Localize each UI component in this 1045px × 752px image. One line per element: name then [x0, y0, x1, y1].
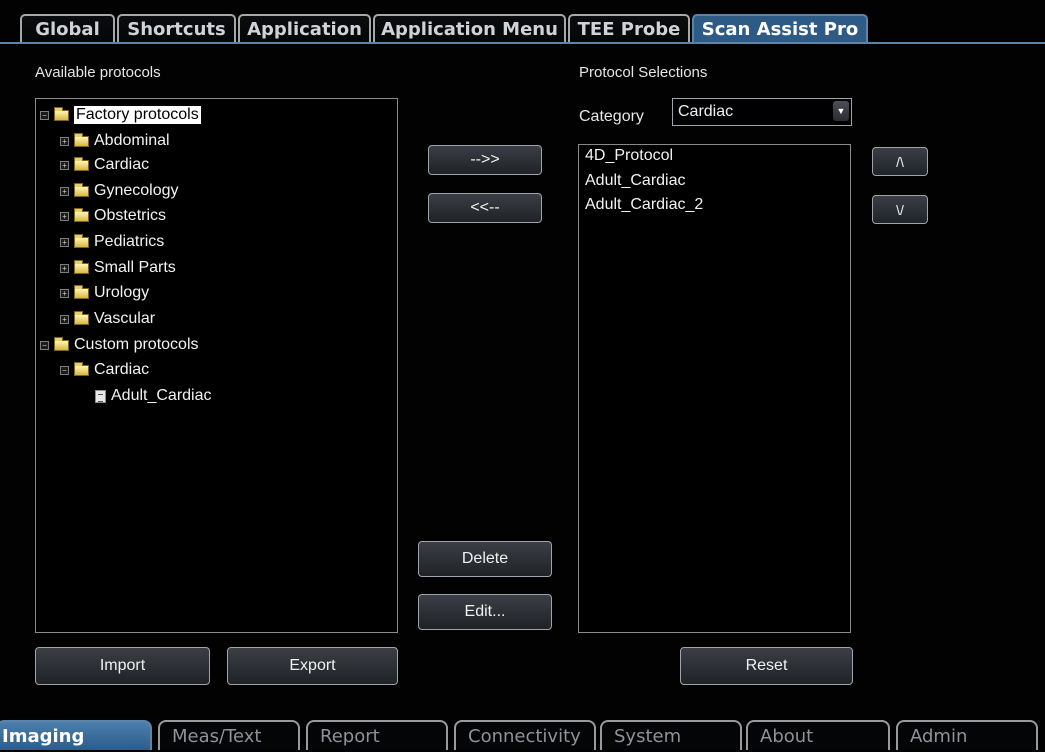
tree-node-abdominal[interactable]: + Abdominal [60, 130, 170, 152]
folder-icon [74, 132, 89, 147]
tree-label: Abdominal [94, 132, 170, 149]
settings-tab-bar: Global Shortcuts Application Application… [0, 0, 1045, 44]
tree-node-gynecology[interactable]: + Gynecology [60, 180, 179, 202]
import-button[interactable]: Import [35, 647, 210, 685]
available-protocols-label: Available protocols [35, 64, 161, 81]
tree-label: Gynecology [94, 182, 179, 199]
tree-node-custom-protocols[interactable]: − Custom protocols [40, 334, 199, 356]
tree-node-vascular[interactable]: + Vascular [60, 308, 155, 330]
tab-system[interactable]: System [600, 720, 742, 750]
tab-shortcuts[interactable]: Shortcuts [117, 14, 236, 42]
folder-icon [74, 233, 89, 248]
expand-icon[interactable]: + [60, 263, 69, 273]
delete-button[interactable]: Delete [418, 541, 552, 577]
tree-label: Cardiac [94, 361, 150, 378]
expand-icon[interactable]: + [60, 211, 69, 221]
reset-button[interactable]: Reset [680, 647, 853, 685]
export-button[interactable]: Export [227, 647, 398, 685]
list-item[interactable]: Adult_Cardiac [585, 172, 686, 190]
tab-imaging[interactable]: Imaging [0, 720, 152, 750]
tree-label: Custom protocols [74, 336, 199, 353]
folder-icon [74, 361, 89, 376]
tree-label: Vascular [94, 310, 156, 327]
list-item[interactable]: Adult_Cardiac_2 [585, 196, 703, 214]
expand-icon[interactable]: + [60, 237, 69, 247]
tab-global[interactable]: Global [20, 14, 115, 42]
tree-label: Factory protocols [74, 106, 201, 124]
list-item[interactable]: 4D_Protocol [585, 147, 673, 165]
tree-node-custom-adult-cardiac[interactable]: Adult_Cardiac [95, 385, 212, 407]
tree-label: Obstetrics [94, 207, 167, 224]
tree-label: Small Parts [94, 259, 176, 276]
tree-label: Pediatrics [94, 233, 165, 250]
collapse-icon[interactable]: − [40, 340, 49, 350]
category-value: Cardiac [678, 103, 734, 120]
add-protocol-button[interactable]: -->> [428, 145, 542, 175]
tab-application[interactable]: Application [238, 14, 371, 42]
tree-node-small-parts[interactable]: + Small Parts [60, 257, 176, 279]
tab-connectivity[interactable]: Connectivity [454, 720, 596, 750]
tab-application-menu[interactable]: Application Menu [373, 14, 566, 42]
tree-label: Adult_Cardiac [111, 387, 212, 404]
tab-about[interactable]: About [746, 720, 890, 750]
tree-label: Cardiac [94, 156, 150, 173]
tree-node-cardiac[interactable]: + Cardiac [60, 154, 149, 176]
folder-icon [74, 284, 89, 299]
collapse-icon[interactable]: − [60, 365, 69, 375]
expand-icon[interactable]: + [60, 288, 69, 298]
folder-icon [54, 336, 69, 351]
tab-scan-assist-pro[interactable]: Scan Assist Pro [692, 14, 868, 42]
folder-icon [74, 182, 89, 197]
protocol-selections-list[interactable]: 4D_Protocol Adult_Cardiac Adult_Cardiac_… [578, 144, 851, 633]
category-label: Category [579, 108, 644, 125]
expand-icon[interactable]: + [60, 186, 69, 196]
tree-node-obstetrics[interactable]: + Obstetrics [60, 205, 166, 227]
edit-button[interactable]: Edit... [418, 594, 552, 630]
tab-admin[interactable]: Admin [896, 720, 1038, 750]
folder-icon [74, 259, 89, 274]
tab-bar-baseline [0, 42, 1045, 44]
expand-icon[interactable]: + [60, 314, 69, 324]
category-select[interactable]: Cardiac ▼ [672, 98, 852, 126]
chevron-down-icon[interactable]: ▼ [833, 101, 849, 121]
collapse-icon[interactable]: − [40, 110, 49, 120]
tree-node-urology[interactable]: + Urology [60, 282, 149, 304]
tab-tee-probe[interactable]: TEE Probe [568, 14, 690, 42]
available-protocols-tree[interactable]: − Factory protocols + Abdominal + Cardia… [35, 98, 398, 633]
move-down-button[interactable]: \/ [872, 195, 928, 224]
folder-icon [74, 207, 89, 222]
tab-report[interactable]: Report [306, 720, 448, 750]
move-up-button[interactable]: /\ [872, 147, 928, 176]
tree-node-factory-protocols[interactable]: − Factory protocols [40, 104, 201, 126]
document-icon [95, 389, 106, 403]
protocol-selections-label: Protocol Selections [579, 64, 708, 81]
expand-icon[interactable]: + [60, 136, 69, 146]
folder-icon [54, 106, 69, 121]
tree-node-pediatrics[interactable]: + Pediatrics [60, 231, 164, 253]
tree-node-custom-cardiac[interactable]: − Cardiac [60, 359, 149, 381]
remove-protocol-button[interactable]: <<-- [428, 193, 542, 223]
tab-meas-text[interactable]: Meas/Text [158, 720, 300, 750]
tree-label: Urology [94, 284, 150, 301]
folder-icon [74, 156, 89, 171]
expand-icon[interactable]: + [60, 160, 69, 170]
folder-icon [74, 310, 89, 325]
